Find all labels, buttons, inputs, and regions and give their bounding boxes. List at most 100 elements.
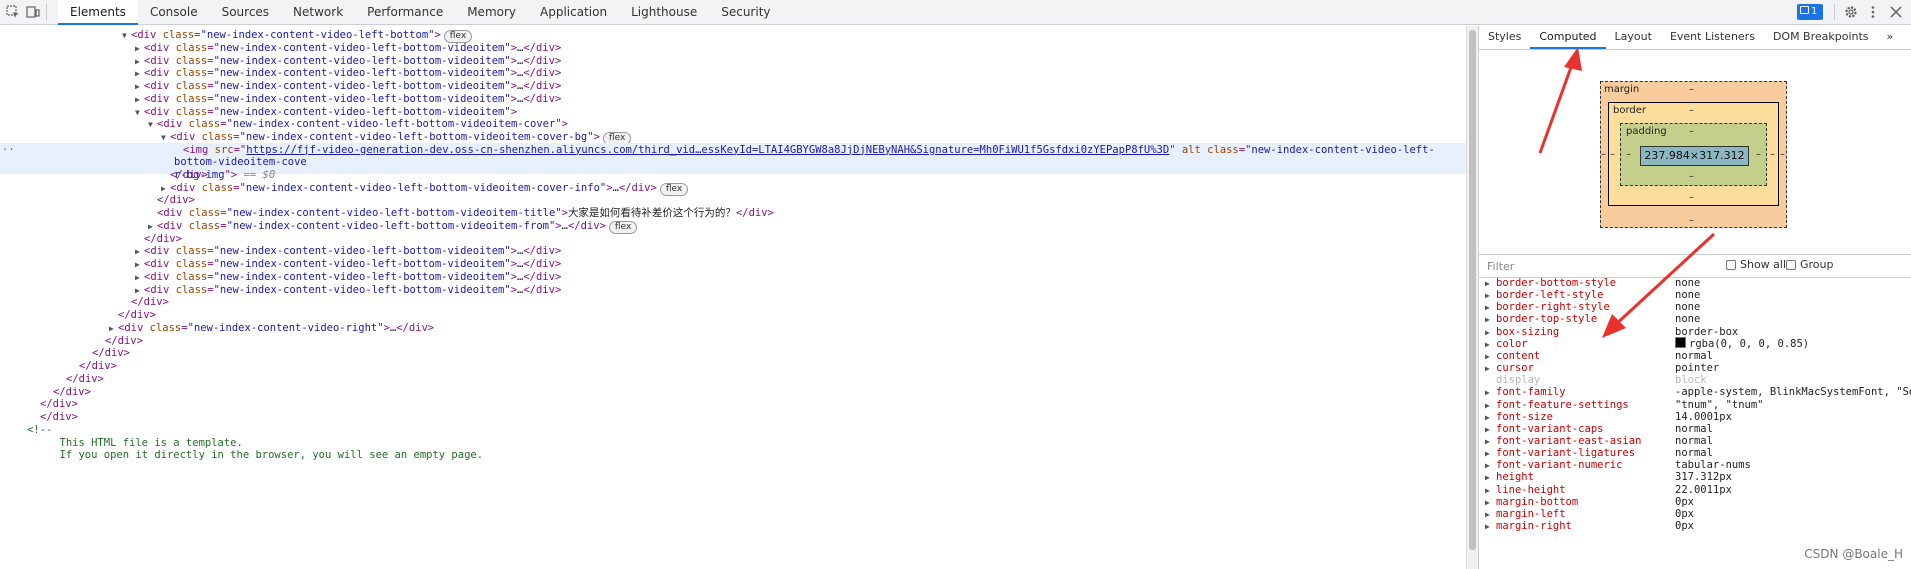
tag-name: > (554, 54, 562, 67)
tag-name: > (554, 270, 562, 283)
tag-name: <div (144, 270, 170, 283)
tag-name: > (510, 105, 518, 118)
code-token: =" (233, 143, 247, 156)
expand-triangle-closed-icon[interactable]: ▶ (1485, 519, 1490, 534)
tag-name: </div (523, 283, 555, 296)
tag-name: </div (53, 385, 85, 398)
tag-name: > (650, 181, 657, 194)
tag-name: <div (131, 29, 157, 41)
img-src-link[interactable]: https://fjf-video-generation-dev.oss-cn-… (246, 144, 1169, 156)
tag-name: > (554, 245, 562, 258)
padding-top-value: – (1689, 126, 1694, 137)
attribute-name: class (195, 181, 234, 194)
device-toolbar-icon[interactable] (26, 5, 40, 19)
attribute-value: "new-index-content-video-left-bottom-vid… (213, 270, 511, 283)
box-model-content-size[interactable]: 237.984×317.312 (1640, 146, 1749, 166)
tag-name: <div (144, 105, 170, 118)
tag-name: <div (118, 321, 144, 334)
tag-name: <div (170, 131, 196, 143)
tab-event-listeners[interactable]: Event Listeners (1661, 26, 1764, 49)
tab-lighthouse[interactable]: Lighthouse (619, 0, 709, 25)
tag-name: > (175, 232, 182, 245)
padding-bottom-value: – (1689, 171, 1694, 182)
close-icon[interactable] (1889, 5, 1903, 19)
html-comment: This HTML file is a template. (59, 436, 243, 449)
tag-name: > (71, 411, 78, 423)
attribute-name: class (195, 131, 234, 143)
tag-name: </div (567, 219, 600, 232)
scrollbar-thumb[interactable] (1469, 30, 1476, 550)
attribute-value: "new-index-content-video-left-bottom-vid… (213, 105, 511, 118)
panel-tabs: Elements Console Sources Network Perform… (58, 0, 783, 25)
tag-name: > (599, 219, 606, 232)
attribute-name: class (182, 219, 221, 232)
issues-count: 1 (1811, 6, 1818, 17)
tag-name: <div (157, 118, 183, 131)
group-label: Group (1800, 258, 1834, 271)
tag-name: > (434, 29, 441, 41)
dom-tree[interactable]: ▼ <div class="new-index-content-video-lef… (0, 26, 1466, 569)
tag-name: <div (144, 245, 170, 258)
attribute-value: "new-index-content-video-left-bottom-vid… (213, 92, 511, 105)
tag-name: > (84, 385, 91, 398)
tag-name: </div (105, 334, 137, 347)
attribute-name: class (143, 321, 182, 334)
tab-layout[interactable]: Layout (1606, 26, 1661, 49)
attribute-value: "new-index-content-video-left-bottom-vid… (239, 131, 594, 143)
tab-security[interactable]: Security (709, 0, 782, 25)
attribute-value: "new-index-content-video-left-bottom-vid… (239, 181, 607, 194)
attribute-name: alt class (1175, 143, 1239, 156)
tag-name: > (188, 194, 195, 207)
margin-top-value: – (1689, 84, 1694, 95)
tag-name: </div (523, 67, 555, 80)
dom-node[interactable]: If you open it directly in the browser, … (0, 448, 1466, 463)
tab-elements[interactable]: Elements (58, 0, 138, 25)
tag-name: <img (183, 143, 209, 156)
annotation-arrow-icon (1602, 232, 1716, 338)
property-value: 0px (1675, 520, 1694, 532)
more-options-icon[interactable] (1866, 5, 1880, 19)
attribute-value: "new-index-content-video-left-bottom-vid… (213, 258, 511, 270)
computed-property[interactable]: ▶ margin-right 0px (1479, 519, 1911, 534)
tag-name: </div (396, 321, 428, 334)
tag-name: <div (144, 283, 170, 296)
tab-dom-breakpoints[interactable]: DOM Breakpoints (1764, 26, 1878, 49)
padding-label: padding (1626, 126, 1667, 137)
tag-name: </div (523, 92, 555, 105)
tab-performance[interactable]: Performance (355, 0, 455, 25)
attribute-name: class (169, 283, 208, 296)
group-checkbox[interactable] (1786, 260, 1796, 270)
html-comment: If you open it directly in the browser, … (59, 449, 484, 462)
tag-name: > (136, 334, 143, 347)
tag-name: </div (66, 372, 98, 385)
tag-name: > (554, 80, 562, 92)
more-tabs-chevron[interactable]: » (1878, 26, 1903, 49)
html-comment: <!-- (27, 423, 53, 436)
margin-label: margin (1604, 84, 1640, 95)
tab-memory[interactable]: Memory (455, 0, 528, 25)
attribute-name: class (182, 207, 221, 219)
tag-name: > (554, 92, 562, 105)
attribute-name: class (156, 29, 195, 41)
tab-console[interactable]: Console (138, 0, 210, 25)
tag-name: </div (618, 181, 651, 194)
attribute-value: "new-index-content-video-left-bottom" (200, 29, 435, 41)
inspect-element-icon[interactable] (6, 5, 20, 19)
dom-tree-scrollbar[interactable] (1466, 26, 1478, 569)
border-left-value: – (1610, 149, 1615, 160)
tab-network[interactable]: Network (281, 0, 355, 25)
attribute-name: class (182, 118, 221, 131)
tab-application[interactable]: Application (528, 0, 619, 25)
attribute-name: class (169, 41, 208, 54)
tag-name: > (71, 398, 78, 411)
gear-icon[interactable] (1844, 5, 1858, 19)
attribute-value: "new-index-content-video-left-bottom-vid… (213, 54, 511, 67)
show-all-checkbox[interactable] (1726, 260, 1736, 270)
attribute-value: "new-index-content-video-left-bottom-vid… (226, 219, 556, 232)
tag-name: <div (144, 67, 170, 80)
tag-name: </div (92, 347, 124, 360)
tag-name: </div (40, 398, 72, 411)
tab-sources[interactable]: Sources (210, 0, 281, 25)
issues-badge[interactable]: 1 (1797, 4, 1823, 20)
tag-name: > (162, 296, 169, 309)
